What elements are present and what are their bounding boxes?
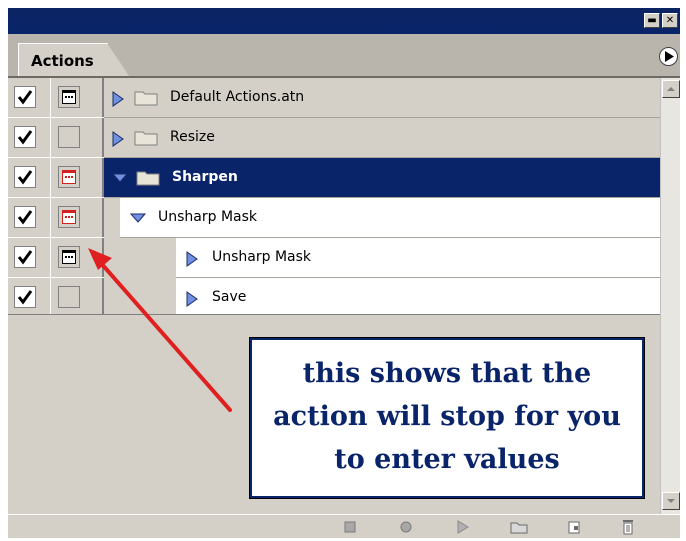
dialog-toggle[interactable] bbox=[58, 286, 80, 308]
panel-title-bar[interactable]: ▬ ✕ bbox=[8, 8, 680, 34]
dialog-toggle[interactable] bbox=[58, 206, 80, 228]
folder-icon bbox=[136, 171, 160, 186]
include-toggle[interactable] bbox=[14, 126, 36, 148]
action-set-cell[interactable]: Sharpen bbox=[104, 158, 660, 198]
panel-menu-button[interactable] bbox=[659, 47, 678, 66]
actions-panel: ▬ ✕ Actions Default Actions.atn Resize Sha… bbox=[8, 8, 680, 538]
disclosure-expanded-icon[interactable] bbox=[130, 213, 146, 223]
action-label: Save bbox=[212, 289, 247, 305]
panel-menu-arrow-icon bbox=[665, 51, 674, 62]
new-set-folder-icon[interactable] bbox=[510, 519, 528, 535]
tab-edge bbox=[107, 43, 129, 76]
dialog-toggle[interactable] bbox=[58, 126, 80, 148]
dialog-red-icon bbox=[62, 210, 76, 224]
include-toggle[interactable] bbox=[14, 86, 36, 108]
new-action-icon[interactable] bbox=[566, 519, 582, 535]
disclosure-collapsed-icon[interactable] bbox=[112, 131, 124, 147]
tab-actions[interactable]: Actions bbox=[18, 43, 108, 76]
action-label: Unsharp Mask bbox=[212, 249, 312, 265]
checkmark-icon bbox=[17, 210, 33, 225]
disclosure-collapsed-icon[interactable] bbox=[186, 251, 198, 267]
disclosure-expanded-icon[interactable] bbox=[112, 173, 128, 183]
include-toggle[interactable] bbox=[14, 286, 36, 308]
checkmark-icon bbox=[17, 290, 33, 305]
action-label: Resize bbox=[170, 129, 215, 145]
include-toggle[interactable] bbox=[14, 246, 36, 268]
action-label: Sharpen bbox=[172, 169, 238, 185]
dialog-toggle[interactable] bbox=[58, 246, 80, 268]
disclosure-collapsed-icon[interactable] bbox=[112, 91, 124, 107]
column-divider bbox=[50, 198, 51, 238]
actions-toolbar bbox=[8, 514, 680, 538]
close-icon: ✕ bbox=[665, 15, 675, 26]
annotation-text: this shows that the action will stop for… bbox=[252, 352, 642, 481]
dialog-toggle[interactable] bbox=[58, 86, 80, 108]
action-cell[interactable]: Unsharp Mask bbox=[120, 198, 660, 238]
action-step-cell[interactable]: Unsharp Mask bbox=[176, 238, 660, 278]
action-set-cell[interactable]: Default Actions.atn bbox=[104, 78, 660, 118]
stop-icon[interactable] bbox=[342, 519, 358, 535]
checkmark-icon bbox=[17, 250, 33, 265]
record-icon[interactable] bbox=[398, 519, 414, 535]
annotation-callout: this shows that the action will stop for… bbox=[249, 337, 645, 499]
action-row[interactable]: Save bbox=[8, 278, 660, 318]
column-divider bbox=[50, 238, 51, 278]
vertical-scrollbar[interactable] bbox=[660, 78, 680, 514]
annotation-line-3: to enter values bbox=[334, 444, 560, 475]
action-row[interactable]: Sharpen bbox=[8, 158, 660, 198]
column-divider bbox=[50, 118, 51, 158]
close-button[interactable]: ✕ bbox=[662, 13, 678, 28]
scroll-down-icon bbox=[667, 499, 675, 503]
column-divider bbox=[50, 158, 51, 198]
action-label: Unsharp Mask bbox=[158, 209, 258, 225]
action-row[interactable]: Unsharp Mask bbox=[8, 198, 660, 238]
column-divider bbox=[102, 238, 104, 278]
scroll-down-button[interactable] bbox=[662, 492, 680, 510]
include-toggle[interactable] bbox=[14, 166, 36, 188]
tab-actions-label: Actions bbox=[31, 52, 94, 70]
scroll-up-icon bbox=[667, 87, 675, 91]
folder-icon bbox=[134, 91, 158, 106]
disclosure-collapsed-icon[interactable] bbox=[186, 291, 198, 307]
column-divider bbox=[50, 278, 51, 318]
annotation-line-2: action will stop for you bbox=[273, 401, 621, 432]
actions-list: Default Actions.atn Resize Sharpen Unsharp … bbox=[8, 78, 660, 318]
dialog-toggle[interactable] bbox=[58, 166, 80, 188]
action-row[interactable]: Resize bbox=[8, 118, 660, 158]
delete-trash-icon[interactable] bbox=[620, 519, 636, 535]
column-divider bbox=[102, 278, 104, 318]
play-icon[interactable] bbox=[454, 519, 470, 535]
column-divider bbox=[102, 198, 104, 238]
dialog-red-icon bbox=[62, 170, 76, 184]
action-step-cell[interactable]: Save bbox=[176, 278, 660, 318]
folder-icon bbox=[134, 131, 158, 146]
checkmark-icon bbox=[17, 90, 33, 105]
scroll-up-button[interactable] bbox=[662, 80, 680, 98]
checkmark-icon bbox=[17, 170, 33, 185]
action-row[interactable]: Unsharp Mask bbox=[8, 238, 660, 278]
column-divider bbox=[50, 78, 51, 118]
include-toggle[interactable] bbox=[14, 206, 36, 228]
panel-tab-bar: Actions bbox=[8, 34, 680, 78]
dialog-icon bbox=[62, 250, 76, 264]
minimize-button[interactable]: ▬ bbox=[644, 13, 660, 28]
action-label: Default Actions.atn bbox=[170, 89, 305, 105]
checkmark-icon bbox=[17, 130, 33, 145]
action-row[interactable]: Default Actions.atn bbox=[8, 78, 660, 118]
minimize-icon: ▬ bbox=[647, 15, 657, 26]
annotation-line-1: this shows that the bbox=[302, 358, 592, 389]
dialog-icon bbox=[62, 90, 76, 104]
action-set-cell[interactable]: Resize bbox=[104, 118, 660, 158]
